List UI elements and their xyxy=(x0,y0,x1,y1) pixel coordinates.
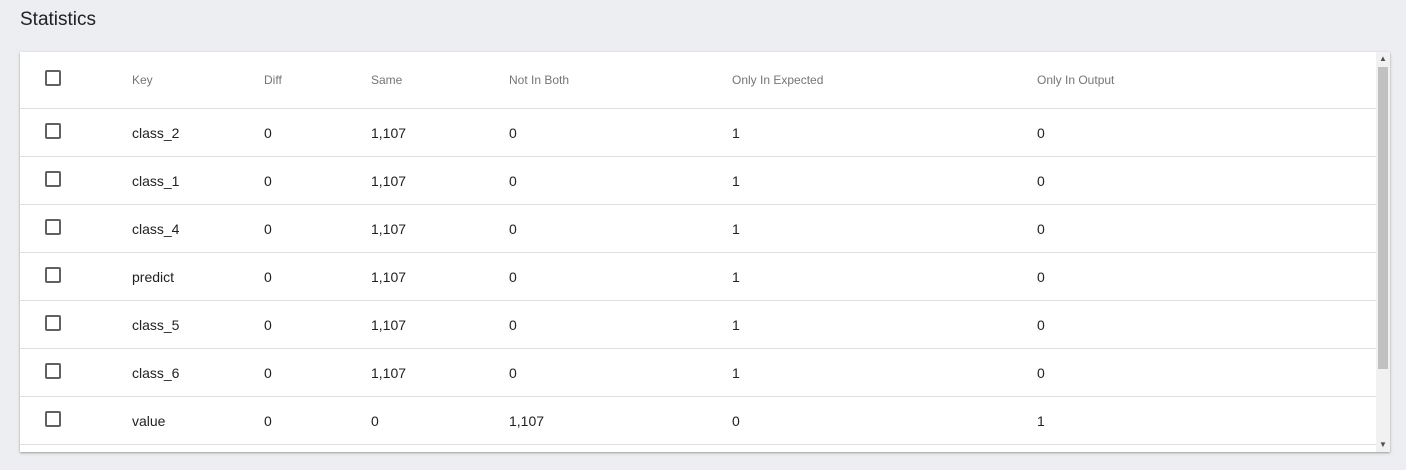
row-checkbox[interactable] xyxy=(45,410,61,427)
table-row[interactable]: value 0 0 1,107 0 1 xyxy=(20,396,1376,445)
statistics-table: Key Diff Same Not In Both Only In Expect… xyxy=(20,52,1376,452)
row-checkbox-cell xyxy=(20,396,132,445)
cell-only-in-output: 0 xyxy=(1037,108,1376,157)
cell-key: value xyxy=(132,396,264,445)
vertical-scrollbar[interactable]: ▲ ▼ xyxy=(1376,52,1390,452)
cell-key: predict xyxy=(132,252,264,301)
cell-diff: 0 xyxy=(264,300,371,349)
cell-key: class_5 xyxy=(132,300,264,349)
cell-key xyxy=(132,444,264,452)
select-all-checkbox[interactable] xyxy=(45,69,61,86)
row-checkbox[interactable] xyxy=(45,122,61,139)
cell-diff: 0 xyxy=(264,108,371,157)
row-checkbox[interactable] xyxy=(45,362,61,379)
cell-same: 1,107 xyxy=(371,300,509,349)
table-row[interactable]: class_2 0 1,107 0 1 0 xyxy=(20,108,1376,157)
cell-only-in-output xyxy=(1037,444,1376,452)
cell-only-in-output: 0 xyxy=(1037,204,1376,253)
cell-diff: 0 xyxy=(264,252,371,301)
cell-same: 1,107 xyxy=(371,156,509,205)
cell-diff: 0 xyxy=(264,396,371,445)
column-header-diff[interactable]: Diff xyxy=(264,52,371,109)
cell-not-in-both: 0 xyxy=(509,252,732,301)
table-row[interactable]: class_4 0 1,107 0 1 0 xyxy=(20,204,1376,253)
cell-diff: 0 xyxy=(264,348,371,397)
table-row[interactable]: predict 0 1,107 0 1 0 xyxy=(20,252,1376,301)
scroll-down-arrow-icon[interactable]: ▼ xyxy=(1376,438,1390,452)
cell-only-in-expected: 0 xyxy=(732,396,1037,445)
column-header-only-in-output[interactable]: Only In Output xyxy=(1037,52,1376,109)
cell-same: 1,107 xyxy=(371,108,509,157)
column-header-key[interactable]: Key xyxy=(132,52,264,109)
row-checkbox[interactable] xyxy=(45,218,61,235)
table-row[interactable]: class_6 0 1,107 0 1 0 xyxy=(20,348,1376,397)
cell-key: class_2 xyxy=(132,108,264,157)
cell-not-in-both xyxy=(509,444,732,452)
cell-not-in-both: 0 xyxy=(509,204,732,253)
row-checkbox-cell xyxy=(20,252,132,301)
cell-not-in-both: 0 xyxy=(509,348,732,397)
cell-only-in-output: 1 xyxy=(1037,396,1376,445)
cell-only-in-expected xyxy=(732,444,1037,452)
row-checkbox-cell xyxy=(20,444,132,452)
cell-not-in-both: 0 xyxy=(509,156,732,205)
cell-only-in-output: 0 xyxy=(1037,348,1376,397)
row-checkbox-cell xyxy=(20,300,132,349)
cell-only-in-expected: 1 xyxy=(732,156,1037,205)
cell-only-in-expected: 1 xyxy=(732,108,1037,157)
table-row[interactable]: class_5 0 1,107 0 1 0 xyxy=(20,300,1376,349)
row-checkbox-cell xyxy=(20,348,132,397)
table-header-row: Key Diff Same Not In Both Only In Expect… xyxy=(20,52,1376,109)
row-checkbox[interactable] xyxy=(45,314,61,331)
row-checkbox-cell xyxy=(20,108,132,157)
cell-same: 1,107 xyxy=(371,204,509,253)
row-checkbox[interactable] xyxy=(45,266,61,283)
cell-only-in-expected: 1 xyxy=(732,204,1037,253)
cell-only-in-expected: 1 xyxy=(732,348,1037,397)
table-row[interactable] xyxy=(20,444,1376,452)
row-checkbox-cell xyxy=(20,204,132,253)
cell-diff xyxy=(264,444,371,452)
cell-only-in-output: 0 xyxy=(1037,252,1376,301)
cell-not-in-both: 0 xyxy=(509,300,732,349)
cell-same: 0 xyxy=(371,396,509,445)
cell-only-in-output: 0 xyxy=(1037,300,1376,349)
column-header-only-in-expected[interactable]: Only In Expected xyxy=(732,52,1037,109)
cell-same: 1,107 xyxy=(371,348,509,397)
table-viewport: Key Diff Same Not In Both Only In Expect… xyxy=(20,52,1376,452)
row-checkbox[interactable] xyxy=(45,170,61,187)
scroll-up-arrow-icon[interactable]: ▲ xyxy=(1376,52,1390,66)
cell-diff: 0 xyxy=(264,156,371,205)
cell-key: class_6 xyxy=(132,348,264,397)
cell-only-in-output: 0 xyxy=(1037,156,1376,205)
cell-same xyxy=(371,444,509,452)
cell-key: class_4 xyxy=(132,204,264,253)
row-checkbox-cell xyxy=(20,156,132,205)
page-title: Statistics xyxy=(20,9,97,30)
select-all-cell xyxy=(20,52,132,109)
cell-diff: 0 xyxy=(264,204,371,253)
cell-only-in-expected: 1 xyxy=(732,252,1037,301)
scrollbar-thumb[interactable] xyxy=(1378,67,1388,369)
cell-not-in-both: 1,107 xyxy=(509,396,732,445)
cell-same: 1,107 xyxy=(371,252,509,301)
column-header-not-in-both[interactable]: Not In Both xyxy=(509,52,732,109)
cell-not-in-both: 0 xyxy=(509,108,732,157)
cell-key: class_1 xyxy=(132,156,264,205)
cell-only-in-expected: 1 xyxy=(732,300,1037,349)
table-row[interactable]: class_1 0 1,107 0 1 0 xyxy=(20,156,1376,205)
statistics-card: Key Diff Same Not In Both Only In Expect… xyxy=(20,52,1390,452)
column-header-same[interactable]: Same xyxy=(371,52,509,109)
